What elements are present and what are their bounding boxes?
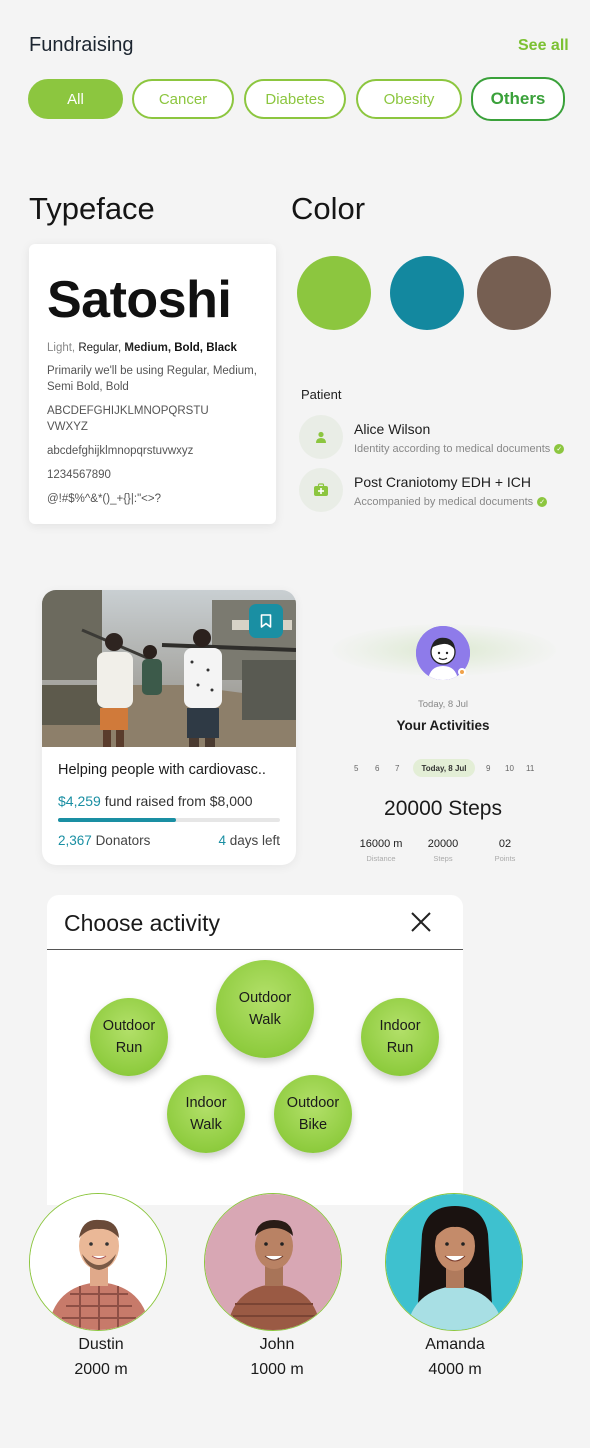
- person-name: John: [259, 1336, 295, 1353]
- campaign-photo: [42, 590, 296, 747]
- day-today[interactable]: Today, 8 Jul: [413, 759, 475, 777]
- uppercase-line-1: ABCDEFGHIJKLMNOPQRSTU: [47, 405, 209, 417]
- campaign-donators: 2,367 Donators: [58, 833, 151, 848]
- uppercase-line-2: VWXYZ: [47, 421, 88, 433]
- typeface-heading: Typeface: [29, 191, 155, 226]
- day-9[interactable]: 9: [486, 764, 490, 773]
- see-all-link[interactable]: See all: [518, 37, 569, 55]
- stat-steps-label: Steps: [433, 854, 453, 863]
- option-outdoor-run[interactable]: Outdoor Run: [90, 998, 168, 1076]
- typeface-card: Satoshi Light, Regular, Medium, Bold, Bl…: [29, 244, 276, 524]
- stat-distance-value: 16000 m: [359, 838, 403, 850]
- option-outdoor-walk[interactable]: Outdoor Walk: [216, 960, 314, 1058]
- usage-line-2: Semi Bold, Bold: [47, 381, 129, 393]
- filter-all[interactable]: All: [28, 79, 123, 119]
- symbols-line: @!#$%^&*()_+{}|:"<>?: [47, 493, 161, 505]
- fundraising-title: Fundraising: [29, 34, 134, 56]
- divider: [47, 949, 463, 950]
- campaign-card[interactable]: Helping people with cardiovasc.. $4,259 …: [42, 590, 296, 865]
- day-10[interactable]: 10: [505, 764, 514, 773]
- patient-diagnosis-subtitle: Accompanied by medical documents ✓: [354, 496, 548, 508]
- person-name: Dustin: [78, 1336, 124, 1353]
- patient-label: Patient: [301, 387, 342, 402]
- swatch-green: [297, 256, 371, 330]
- avatar[interactable]: [204, 1193, 342, 1331]
- usage-line-1: Primarily we'll be using Regular, Medium…: [47, 365, 257, 377]
- option-outdoor-bike[interactable]: Outdoor Bike: [274, 1075, 352, 1153]
- person-distance: 4000 m: [428, 1361, 482, 1378]
- steps-count: 20000 Steps: [384, 797, 502, 820]
- person-distance: 2000 m: [74, 1361, 128, 1378]
- campaign-raised: $4,259 fund raised from $8,000: [58, 793, 253, 809]
- activity-title: Your Activities: [396, 718, 490, 733]
- avatar[interactable]: [29, 1193, 167, 1331]
- choose-activity-title: Choose activity: [64, 910, 220, 936]
- stat-steps-value: 20000: [427, 838, 459, 850]
- stat-points-value: 02: [498, 838, 512, 850]
- swatch-teal: [390, 256, 464, 330]
- filter-obesity[interactable]: Obesity: [356, 79, 462, 119]
- option-indoor-run[interactable]: Indoor Run: [361, 998, 439, 1076]
- avatar[interactable]: [385, 1193, 523, 1331]
- swatch-brown: [477, 256, 551, 330]
- medical-kit-icon: [299, 468, 343, 512]
- font-weights: Light, Regular, Medium, Bold, Black: [47, 342, 237, 354]
- check-icon: ✓: [554, 444, 565, 454]
- activity-date: Today, 8 Jul: [418, 699, 468, 710]
- patient-name-subtitle: Identity according to medical documents ✓: [354, 443, 565, 455]
- choose-activity-panel: Choose activity Outdoor Walk Outdoor Run I…: [47, 895, 463, 1205]
- option-indoor-walk[interactable]: Indoor Walk: [167, 1075, 245, 1153]
- campaign-title: Helping people with cardiovasc..: [58, 762, 266, 778]
- lowercase-line: abcdefghijklmnopqrstuvwxyz: [47, 445, 194, 457]
- day-5[interactable]: 5: [354, 764, 358, 773]
- bookmark-icon: [260, 614, 272, 628]
- font-name: Satoshi: [47, 271, 232, 329]
- stat-points-label: Points: [494, 854, 516, 863]
- patient-diagnosis: Post Craniotomy EDH + ICH: [354, 474, 531, 490]
- campaign-progress-fill: [58, 818, 176, 822]
- bookmark-button[interactable]: [249, 604, 283, 638]
- campaign-days-left: 4 days left: [218, 833, 280, 848]
- filter-cancer[interactable]: Cancer: [132, 79, 234, 119]
- filter-diabetes[interactable]: Diabetes: [244, 79, 346, 119]
- status-dot: [458, 668, 466, 676]
- color-heading: Color: [291, 191, 366, 226]
- campaign-progress-bar: [58, 818, 280, 822]
- person-icon: [299, 415, 343, 459]
- close-button[interactable]: [409, 910, 433, 934]
- day-7[interactable]: 7: [395, 764, 399, 773]
- person-name: Amanda: [425, 1336, 485, 1353]
- day-11[interactable]: 11: [526, 764, 534, 773]
- close-icon: [411, 912, 431, 932]
- person-distance: 1000 m: [250, 1361, 304, 1378]
- check-icon: ✓: [537, 497, 548, 507]
- digits-line: 1234567890: [47, 469, 111, 481]
- stat-distance-label: Distance: [366, 854, 396, 863]
- day-6[interactable]: 6: [375, 764, 379, 773]
- filter-others[interactable]: Others: [471, 77, 565, 121]
- patient-name: Alice Wilson: [354, 421, 431, 437]
